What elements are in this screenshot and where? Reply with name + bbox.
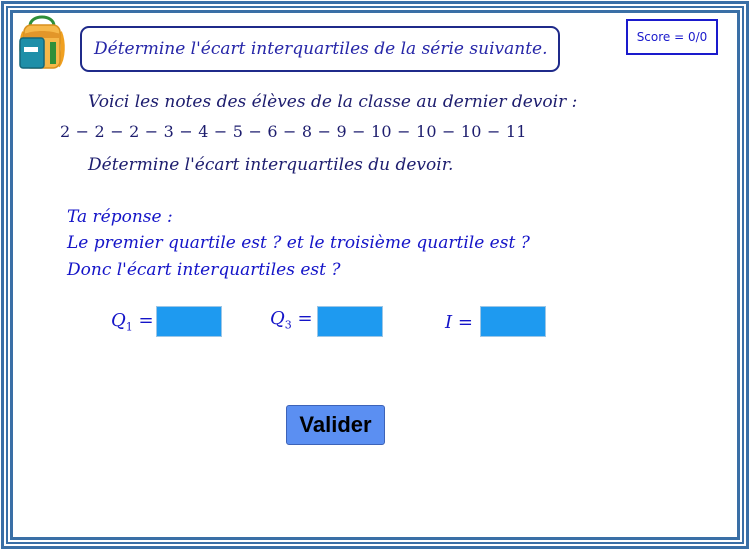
answer-heading: Ta réponse :: [67, 207, 173, 227]
i-label: I =: [445, 312, 473, 333]
interquartile-input[interactable]: [480, 306, 546, 337]
q1-eq: =: [132, 310, 154, 331]
q3-sub: 3: [284, 318, 292, 332]
q3-eq: =: [291, 308, 313, 329]
instruction-box: Détermine l'écart interquartiles de la s…: [80, 26, 560, 72]
backpack-icon: [19, 15, 65, 69]
problem-intro: Voici les notes des élèves de la classe …: [88, 92, 578, 112]
answer-line-quartiles: Le premier quartile est ? et le troisièm…: [67, 233, 530, 253]
q3-input[interactable]: [317, 306, 383, 337]
q1-label: Q1 =: [111, 310, 154, 334]
q1-sub: 1: [125, 320, 133, 334]
q1-input[interactable]: [156, 306, 222, 337]
score-display: Score = 0/0: [626, 19, 718, 55]
instruction-text: Détermine l'écart interquartiles de la s…: [94, 39, 548, 59]
grade-series: 2 − 2 − 2 − 3 − 4 − 5 − 6 − 8 − 9 − 10 −…: [60, 122, 527, 141]
q3-var: Q: [270, 308, 285, 329]
problem-question: Détermine l'écart interquartiles du devo…: [88, 155, 454, 175]
q3-label: Q3 =: [270, 308, 313, 332]
i-eq: =: [452, 312, 473, 333]
answer-line-interquartile: Donc l'écart interquartiles est ?: [67, 260, 341, 280]
q1-var: Q: [111, 310, 126, 331]
validate-button[interactable]: Valider: [286, 405, 385, 445]
